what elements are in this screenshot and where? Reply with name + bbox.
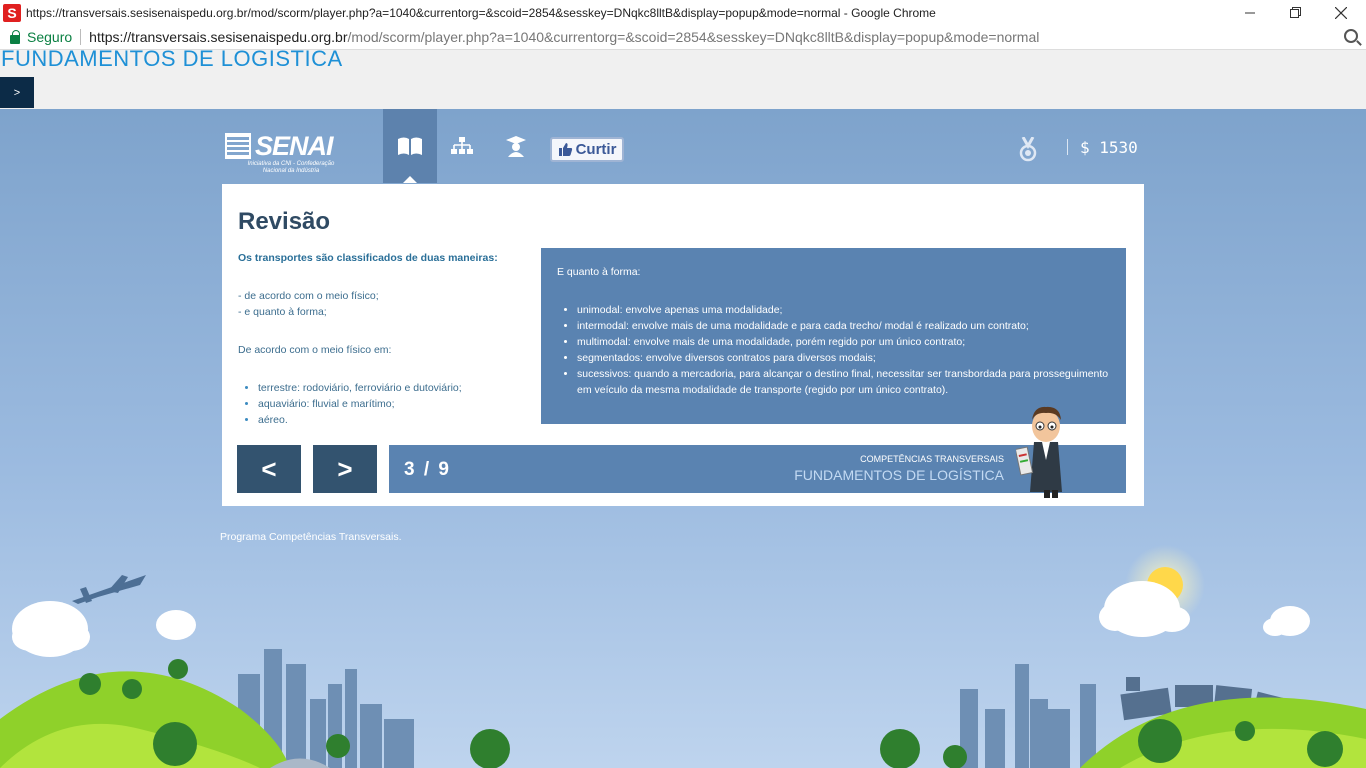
list-item: unimodal: envolve apenas uma modalidade; (577, 302, 1110, 318)
score-value: $ 1530 (1080, 138, 1138, 157)
url-host[interactable]: https://transversais.sesisenaispedu.org.… (89, 29, 347, 45)
course-stage: SENAI Iniciativa da CNI - Confederação N… (0, 109, 1366, 768)
thumbs-up-icon (558, 143, 572, 156)
program-label: COMPETÊNCIAS TRANSVERSAIS (860, 454, 1004, 464)
list-item: segmentados: envolve diversos contratos … (577, 350, 1110, 366)
course-label: FUNDAMENTOS DE LOGÍSTICA (794, 467, 1004, 483)
page-indicator: 3 / 9 (404, 459, 451, 480)
window-title: https://transversais.sesisenaispedu.org.… (26, 5, 936, 20)
content-tab-button[interactable] (383, 109, 437, 183)
curtir-button[interactable]: Curtir (550, 137, 624, 162)
sitemap-icon (451, 137, 473, 154)
physical-list: terrestre: rodoviário, ferroviário e dut… (238, 380, 528, 428)
lock-icon (10, 29, 20, 44)
secure-label: Seguro (27, 29, 73, 45)
toc-toggle-button[interactable]: > (0, 77, 34, 108)
logo-subtitle-line-2: Nacional da Indústria (262, 168, 320, 174)
site-favicon-icon: S (3, 3, 21, 22)
prev-page-button[interactable]: < (237, 445, 301, 493)
page-header: FUNDAMENTOS DE LOGÍSTICA > (0, 50, 1366, 109)
book-icon (398, 137, 422, 155)
curtir-label: Curtir (575, 141, 617, 158)
next-page-button[interactable]: > (313, 445, 377, 493)
logo-subtitle-line-1: Iniciativa da CNI - Confederação (247, 161, 335, 167)
close-icon[interactable] (1318, 0, 1364, 25)
logo-subtitle: Iniciativa da CNI - Confederação Naciona… (225, 161, 357, 175)
form-intro: E quanto à forma: (557, 266, 641, 278)
graduate-icon (506, 136, 526, 157)
list-item: aéreo. (258, 412, 528, 428)
course-title-link[interactable]: FUNDAMENTOS DE LOGÍSTICA (1, 50, 343, 72)
medal-icon[interactable] (1018, 136, 1038, 168)
lead-text: Os transportes são classificados de duas… (238, 252, 498, 264)
zoom-icon[interactable] (1344, 29, 1358, 43)
form-list: unimodal: envolve apenas uma modalidade;… (557, 302, 1110, 398)
minimize-icon[interactable] (1227, 0, 1273, 25)
score-separator (1067, 139, 1068, 155)
list-item: aquaviário: fluvial e marítimo; (258, 396, 528, 412)
content-panel: Revisão Os transportes são classificados… (222, 184, 1144, 506)
physical-intro: De acordo com o meio físico em: (238, 344, 392, 356)
senai-logo: SENAI Iniciativa da CNI - Confederação N… (225, 133, 357, 175)
page-title: Revisão (238, 208, 331, 235)
list-item: sucessivos: quando a mercadoria, para al… (577, 366, 1110, 398)
course-map-button[interactable] (435, 109, 489, 183)
address-separator (80, 29, 82, 45)
list-item: multimodal: envolve mais de uma modalida… (577, 334, 1110, 350)
logo-text: SENAI (255, 131, 334, 161)
left-column: Os transportes são classificados de duas… (238, 250, 528, 428)
footer-text: Programa Competências Transversais. (220, 531, 402, 543)
form-info-box: E quanto à forma: unimodal: envolve apen… (541, 248, 1126, 424)
way-item: - e quanto à forma; (238, 306, 327, 318)
address-bar[interactable]: Seguro https://transversais.sesisenaispe… (0, 25, 1366, 50)
way-item: - de acordo com o meio físico; (238, 290, 379, 302)
profile-button[interactable] (489, 109, 543, 183)
list-item: intermodal: envolve mais de uma modalida… (577, 318, 1110, 334)
url-path[interactable]: /mod/scorm/player.php?a=1040&currentorg=… (348, 29, 1040, 45)
tutor-character-illustration (1016, 406, 1062, 498)
restore-icon[interactable] (1272, 0, 1318, 25)
list-item: terrestre: rodoviário, ferroviário e dut… (258, 380, 528, 396)
window-titlebar: S https://transversais.sesisenaispedu.or… (0, 0, 1366, 25)
senai-emblem-icon (225, 133, 251, 159)
